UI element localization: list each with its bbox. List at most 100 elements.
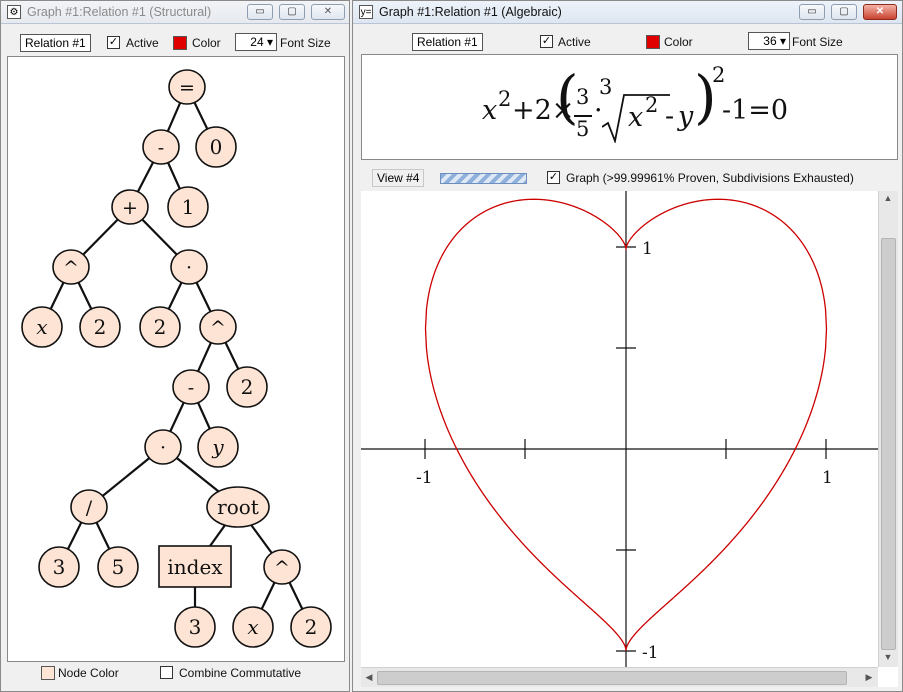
tree-node-label: 2 xyxy=(94,315,107,339)
combine-commutative-checkbox[interactable] xyxy=(160,666,173,679)
tree-node-minus1[interactable]: - xyxy=(142,129,180,165)
formula-denominator: 5 xyxy=(576,117,590,141)
tree-node-three2[interactable]: 3 xyxy=(174,606,216,648)
tree-nodes: = - 0 + 1 ^ · x 2 2 ^ - 2 · y / root 3 5 index ^ 3 x 2 xyxy=(21,69,332,648)
color-swatch[interactable] xyxy=(646,35,660,49)
structural-window: ⚙ Graph #1:Relation #1 (Structural) ▭ ▢ … xyxy=(0,0,350,692)
tree-node-eq[interactable]: = xyxy=(168,69,206,105)
tree-node-two1[interactable]: 2 xyxy=(79,306,121,348)
graph-progress-bar xyxy=(440,173,527,184)
scroll-left-icon[interactable]: ◀ xyxy=(361,672,377,683)
algebraic-toolbar: Relation #1 ✓ Active Color 36 ▾ Font Siz… xyxy=(353,30,902,52)
tree-node-label: x xyxy=(247,615,258,639)
tree-node-label: 2 xyxy=(241,375,254,399)
algebraic-titlebar[interactable]: y= Graph #1:Relation #1 (Algebraic) ▭ ▢ … xyxy=(353,1,902,24)
graph-canvas[interactable]: -1 1 1 -1 xyxy=(361,191,878,667)
structural-footer: Node Color Combine Commutative xyxy=(1,663,349,691)
tree-node-pow1[interactable]: ^ xyxy=(52,249,90,285)
horizontal-scroll-thumb[interactable] xyxy=(377,671,847,685)
tree-node-label: 2 xyxy=(305,615,318,639)
structural-toolbar: Relation #1 ✓ Active Color 24 ▾ Font Siz… xyxy=(1,31,349,53)
formula-x-exponent: 2 xyxy=(498,87,512,111)
tree-node-pow3[interactable]: ^ xyxy=(263,549,301,585)
tree-node-dot1[interactable]: · xyxy=(170,249,208,285)
active-checkbox[interactable]: ✓ xyxy=(540,35,553,48)
relation-button[interactable]: Relation #1 xyxy=(20,34,91,52)
tree-node-minus2[interactable]: - xyxy=(172,369,210,405)
tree-node-pow2[interactable]: ^ xyxy=(199,309,237,345)
tree-node-label: + xyxy=(122,197,138,219)
tree-node-label: x xyxy=(36,315,47,339)
expression-tree: = - 0 + 1 ^ · x 2 2 ^ - 2 · y / root 3 5 index ^ 3 x 2 xyxy=(21,69,332,648)
graph-toolbar: View #4 ✓ Graph (>99.99961% Proven, Subd… xyxy=(361,167,898,189)
tree-node-label: ^ xyxy=(210,317,226,339)
tree-node-x2[interactable]: x xyxy=(232,606,274,648)
structural-tree-pane: = - 0 +1 ^ · x 2 2 ^ - 2 · y / root 3 5 index ^ 3 x 2 xyxy=(7,56,345,662)
tree-node-label: 5 xyxy=(112,555,125,579)
formula-root-x-exponent: 2 xyxy=(645,93,659,117)
graph-checkbox[interactable]: ✓ xyxy=(547,171,560,184)
view-button[interactable]: View #4 xyxy=(372,169,425,187)
x-tick-label-neg1: -1 xyxy=(416,468,433,488)
tree-node-five[interactable]: 5 xyxy=(97,546,139,588)
algebraic-window: y= Graph #1:Relation #1 (Algebraic) ▭ ▢ … xyxy=(352,0,903,692)
formula-y: y xyxy=(678,101,694,132)
tree-node-root[interactable]: root xyxy=(206,486,270,528)
font-size-value: 24 xyxy=(250,35,264,49)
tree-node-label: 3 xyxy=(189,615,202,639)
maximize-button[interactable]: ▢ xyxy=(831,4,857,20)
vertical-scrollbar[interactable]: ▲ ▼ xyxy=(878,191,898,667)
color-swatch[interactable] xyxy=(173,36,187,50)
x-tick-label-1: 1 xyxy=(822,468,833,488)
tree-node-y[interactable]: y xyxy=(197,426,239,468)
scroll-right-icon[interactable]: ▶ xyxy=(861,672,877,683)
color-label: Color xyxy=(664,35,693,49)
tree-node-index[interactable]: index xyxy=(158,545,232,588)
tree-node-label: 0 xyxy=(210,135,223,159)
tree-node-plus[interactable]: + xyxy=(111,189,149,225)
close-button[interactable]: ✕ xyxy=(311,4,345,20)
tree-node-three1[interactable]: 3 xyxy=(38,546,80,588)
tree-node-two3[interactable]: 2 xyxy=(226,366,268,408)
tree-node-one[interactable]: 1 xyxy=(167,186,209,228)
active-label: Active xyxy=(126,36,159,50)
tree-node-label: root xyxy=(217,495,259,519)
tree-node-label: 3 xyxy=(53,555,66,579)
tree-node-label: / xyxy=(86,497,93,519)
tree-node-label: - xyxy=(158,137,164,159)
close-button[interactable]: ✕ xyxy=(863,4,897,20)
node-color-swatch[interactable] xyxy=(41,666,55,680)
graph-pane[interactable]: -1 1 1 -1 ▲ ▼ ◀ ▶ xyxy=(361,191,898,687)
minimize-button[interactable]: ▭ xyxy=(799,4,825,20)
tree-node-x1[interactable]: x xyxy=(21,306,63,348)
relation-button[interactable]: Relation #1 xyxy=(412,33,483,51)
tree-node-two4[interactable]: 2 xyxy=(290,606,332,648)
active-checkbox[interactable]: ✓ xyxy=(107,36,120,49)
formula: x 2 +2× ( 3 5 · 3 x 2 - y ) 2 -1=0 xyxy=(362,55,897,159)
font-size-select[interactable]: 36 ▾ xyxy=(748,32,790,50)
horizontal-scrollbar[interactable]: ◀ ▶ xyxy=(361,667,878,687)
scroll-up-icon[interactable]: ▲ xyxy=(880,193,896,203)
algebraic-app-icon: y= xyxy=(359,5,373,19)
font-size-select[interactable]: 24 ▾ xyxy=(235,33,277,51)
font-size-label: Font Size xyxy=(792,35,843,49)
structural-titlebar[interactable]: ⚙ Graph #1:Relation #1 (Structural) ▭ ▢ … xyxy=(1,1,349,24)
scroll-down-icon[interactable]: ▼ xyxy=(880,652,896,662)
tree-node-label: - xyxy=(188,377,194,399)
tree-node-zero[interactable]: 0 xyxy=(195,126,237,168)
tree-node-label: 1 xyxy=(182,195,195,219)
tree-node-dot2[interactable]: · xyxy=(144,429,182,465)
tree-node-label: · xyxy=(160,437,166,459)
formula-tail: -1=0 xyxy=(722,95,789,126)
minimize-button[interactable]: ▭ xyxy=(247,4,273,20)
formula-numerator: 3 xyxy=(576,85,590,109)
formula-pane: x 2 +2× ( 3 5 · 3 x 2 - y ) 2 -1=0 xyxy=(361,54,898,160)
tree-node-div[interactable]: / xyxy=(70,489,108,525)
maximize-button[interactable]: ▢ xyxy=(279,4,305,20)
active-label: Active xyxy=(558,35,591,49)
tree-node-two2[interactable]: 2 xyxy=(139,306,181,348)
vertical-scroll-thumb[interactable] xyxy=(881,238,896,650)
font-size-label: Font Size xyxy=(280,36,331,50)
font-size-value: 36 xyxy=(763,34,777,48)
tree-node-label: = xyxy=(179,77,195,99)
